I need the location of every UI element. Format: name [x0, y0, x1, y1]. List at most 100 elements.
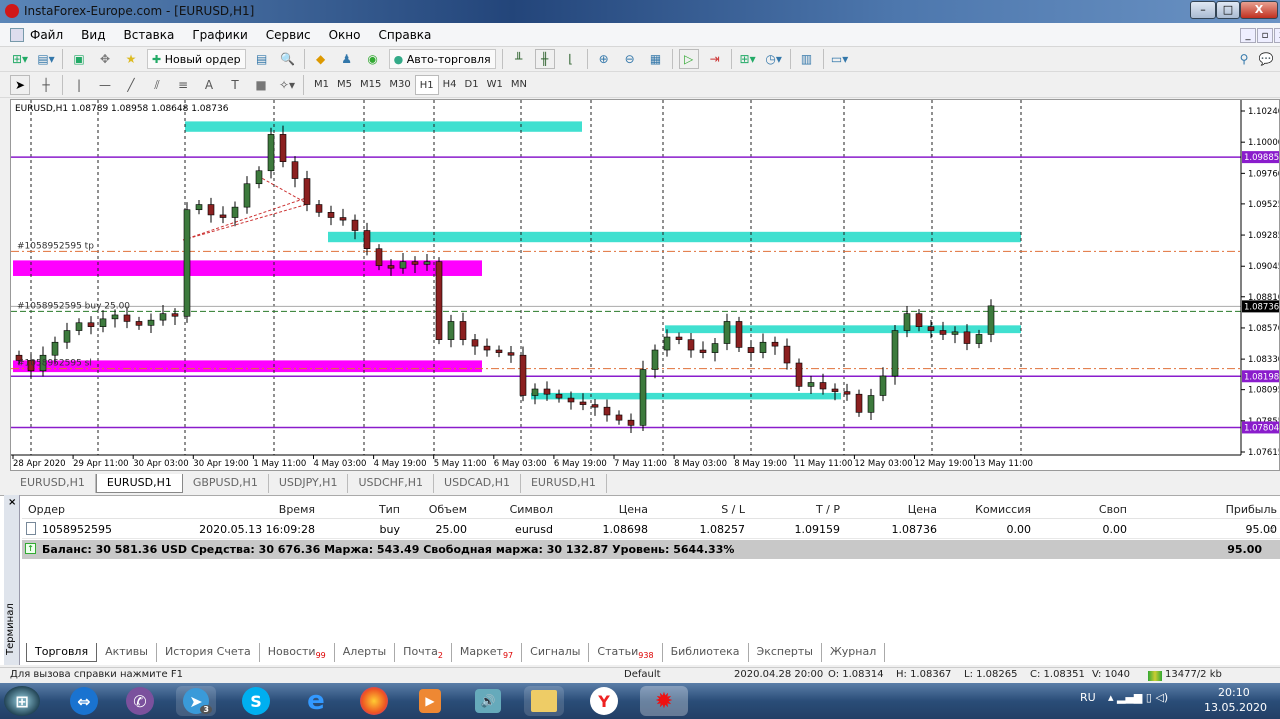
zoom-out-icon[interactable]: ⊖: [620, 49, 640, 69]
timeframe-m5[interactable]: M5: [333, 75, 356, 95]
terminal-tab[interactable]: Эксперты: [749, 643, 822, 662]
mdi-close-button[interactable]: x: [1274, 28, 1280, 43]
bar-chart-icon[interactable]: ╨: [509, 49, 529, 69]
terminal-tab[interactable]: Журнал: [822, 643, 886, 662]
timeframe-d1[interactable]: D1: [461, 75, 483, 95]
terminal-tab[interactable]: Алерты: [335, 643, 396, 662]
language-indicator[interactable]: RU: [1080, 691, 1096, 704]
terminal-icon[interactable]: ▤: [252, 49, 272, 69]
mdi-minimize-button[interactable]: _: [1240, 28, 1256, 43]
timeframe-mn[interactable]: MN: [507, 75, 531, 95]
new-order-button[interactable]: ✚ Новый ордер: [147, 49, 246, 69]
terminal-tab[interactable]: Статьи938: [589, 643, 663, 662]
profiles-icon[interactable]: ▤▾: [36, 49, 56, 69]
media-player-icon[interactable]: ▶: [410, 686, 450, 716]
table-row[interactable]: 1058952595 2020.05.13 16:09:28 buy 25.00 eur…: [22, 520, 1280, 539]
timeframe-w1[interactable]: W1: [483, 75, 507, 95]
menu-item[interactable]: Справка: [379, 28, 432, 42]
chart-tab[interactable]: EURUSD,H1: [95, 474, 183, 493]
column-header[interactable]: Объем: [429, 503, 467, 516]
column-header[interactable]: Символ: [510, 503, 553, 516]
telegram-icon[interactable]: ➤ 3: [176, 686, 216, 716]
terminal-tab[interactable]: Библиотека: [663, 643, 749, 662]
menu-item[interactable]: Вставка: [123, 28, 174, 42]
candlestick-chart-icon[interactable]: ╫: [534, 49, 555, 69]
volume-app-icon[interactable]: 🔊: [468, 686, 508, 716]
clock[interactable]: 20:10: [1218, 686, 1250, 699]
teamviewer-icon[interactable]: ⇔: [64, 686, 104, 716]
close-button[interactable]: X: [1240, 1, 1278, 19]
price-chart[interactable]: EURUSD,H1 1.08789 1.08958 1.08648 1.0873…: [11, 100, 1279, 470]
equidistant-channel-icon[interactable]: ⫽: [147, 75, 167, 95]
viber-icon[interactable]: ✆: [120, 686, 160, 716]
zone-rectangle[interactable]: [531, 392, 841, 400]
tester-icon[interactable]: 🔍: [278, 49, 298, 69]
firefox-icon[interactable]: [354, 686, 394, 716]
terminal-tab[interactable]: Новости99: [260, 643, 335, 662]
search-icon[interactable]: ⚲: [1234, 49, 1254, 69]
chart-window[interactable]: EURUSD,H1 1.08789 1.08958 1.08648 1.0873…: [10, 99, 1280, 471]
chart-shift-icon[interactable]: ⇥: [705, 49, 725, 69]
autotrading-button[interactable]: ● Авто-торговля: [388, 49, 496, 69]
file-explorer-icon[interactable]: [524, 686, 564, 716]
favorites-icon[interactable]: ★: [121, 49, 141, 69]
crosshair-icon[interactable]: ┼: [36, 75, 56, 95]
timeframe-m1[interactable]: M1: [310, 75, 333, 95]
zone-rectangle[interactable]: [185, 121, 582, 132]
templates-icon[interactable]: ▥: [797, 49, 817, 69]
arrows-icon[interactable]: ✧▾: [277, 75, 297, 95]
menu-item[interactable]: Окно: [329, 28, 361, 42]
menu-item[interactable]: Вид: [81, 28, 105, 42]
timeframe-m15[interactable]: M15: [356, 75, 385, 95]
column-header[interactable]: Комиссия: [975, 503, 1031, 516]
maximize-button[interactable]: □: [1216, 1, 1240, 19]
column-header[interactable]: S / L: [721, 503, 745, 516]
chart-tab[interactable]: EURUSD,H1: [10, 474, 96, 493]
close-order-icon[interactable]: ×: [1267, 523, 1276, 536]
metatrader-icon[interactable]: ✹: [640, 686, 688, 716]
column-header[interactable]: Ордер: [28, 503, 65, 516]
start-button[interactable]: ⊞: [4, 686, 40, 716]
chart-tab[interactable]: EURUSD,H1: [521, 474, 607, 493]
trendline-icon[interactable]: ╱: [121, 75, 141, 95]
column-header[interactable]: Цена: [619, 503, 648, 516]
terminal-tab[interactable]: Почта2: [395, 643, 452, 662]
chart-tab[interactable]: USDCHF,H1: [348, 474, 435, 493]
cursor-icon[interactable]: ➤: [10, 75, 30, 95]
minimize-button[interactable]: –: [1190, 1, 1216, 19]
terminal-tab[interactable]: Сигналы: [522, 643, 590, 662]
timeframe-h1[interactable]: H1: [414, 75, 439, 95]
community-icon[interactable]: ♟: [337, 49, 357, 69]
mdi-restore-button[interactable]: ▫: [1257, 28, 1273, 43]
periods-icon[interactable]: ◷▾: [764, 49, 784, 69]
menu-item[interactable]: Графики: [192, 28, 247, 42]
column-header[interactable]: Тип: [379, 503, 400, 516]
metaeditor-icon[interactable]: ◆: [311, 49, 331, 69]
terminal-tab[interactable]: История Счета: [157, 643, 260, 662]
chart-tab[interactable]: USDCAD,H1: [434, 474, 521, 493]
new-chart-icon[interactable]: ⊞▾: [10, 49, 30, 69]
column-header[interactable]: T / P: [816, 503, 840, 516]
internet-explorer-icon[interactable]: e: [296, 686, 336, 716]
navigator-icon[interactable]: ✥: [95, 49, 115, 69]
chat-icon[interactable]: 💬: [1256, 49, 1276, 69]
timeframe-h4[interactable]: H4: [439, 75, 461, 95]
terminal-tab[interactable]: Активы: [97, 643, 157, 662]
vertical-line-icon[interactable]: |: [69, 75, 89, 95]
fibonacci-icon[interactable]: ≡: [173, 75, 193, 95]
yandex-browser-icon[interactable]: Y: [584, 686, 624, 716]
horizontal-line-icon[interactable]: —: [95, 75, 115, 95]
text-icon[interactable]: A: [199, 75, 219, 95]
rectangle-icon[interactable]: ■: [251, 75, 271, 95]
terminal-tab[interactable]: Торговля: [26, 643, 98, 662]
terminal-tab[interactable]: Маркет97: [452, 643, 523, 662]
menu-item[interactable]: Файл: [30, 28, 63, 42]
skype-icon[interactable]: S: [236, 686, 276, 716]
text-label-icon[interactable]: T: [225, 75, 245, 95]
market-watch-icon[interactable]: ▣: [69, 49, 89, 69]
column-header[interactable]: Время: [279, 503, 315, 516]
timeframe-m30[interactable]: M30: [385, 75, 414, 95]
column-header[interactable]: Цена: [908, 503, 937, 516]
zone-rectangle[interactable]: [328, 231, 1021, 243]
chart-tab[interactable]: GBPUSD,H1: [183, 474, 269, 493]
